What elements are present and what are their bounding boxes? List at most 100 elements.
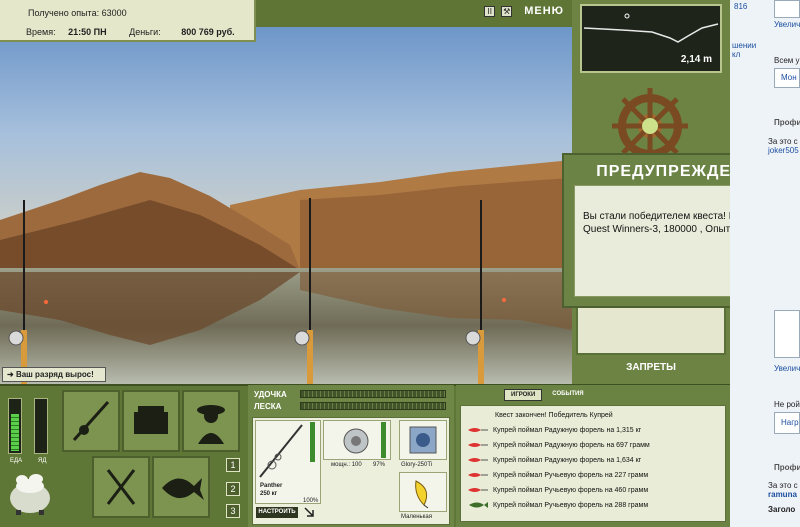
web-button[interactable]: Нагр (774, 412, 800, 434)
food-slot[interactable] (92, 456, 150, 518)
bobber (502, 298, 506, 302)
event-text: Квест закончен! Победитель Купрей (495, 412, 613, 419)
food-label: ЕДА (10, 458, 23, 464)
tackle-setup: Panther 250 кг 100% мощн.: 100 97% Glory… (252, 417, 450, 525)
web-text: За это с (768, 481, 798, 490)
lure-icon (468, 458, 488, 462)
tab-players[interactable]: ИГРОКИ (504, 389, 543, 401)
lake-landscape (0, 0, 572, 384)
experience-label: Получено опыта: (28, 8, 100, 18)
fork-knife-icon (106, 469, 136, 505)
depth-value: 2,14 m (680, 54, 712, 65)
web-text: Всем у (774, 56, 800, 65)
bans-button[interactable]: ЗАПРЕТЫ (572, 362, 730, 373)
reel-icon (343, 428, 369, 454)
line-tension-bar[interactable] (300, 402, 446, 410)
web-image (774, 310, 800, 358)
player-info-panel: Получено опыта: 63000 Время: 21:50 ПН Де… (0, 0, 256, 42)
time-value: 21:50 ПН (68, 27, 107, 37)
rod-slot[interactable] (62, 390, 120, 452)
line-label: ЛЕСКА (254, 402, 282, 411)
web-link[interactable]: ramuna (768, 490, 797, 499)
slot-number-1[interactable]: 1 (226, 458, 240, 472)
tackle-panel: УДОЧКА ЛЕСКА Panther 250 кг 100% мощн.: … (248, 385, 454, 527)
money-value: 800 769 руб. (181, 27, 235, 37)
line-cell[interactable] (399, 420, 447, 460)
slot-number-3[interactable]: 3 (226, 504, 240, 518)
web-text: Не рой (774, 400, 800, 409)
fisherman-icon (197, 405, 225, 444)
fisherman-slot[interactable] (182, 390, 240, 452)
list-item: Купрей поймал Ручьевую форель на 227 гра… (461, 468, 727, 483)
web-link[interactable]: Увеличи (774, 364, 800, 373)
background-webpage: 816 Увеличи шении кл Всем у Мон Профи За… (730, 0, 800, 527)
setup-button[interactable]: НАСТРОИТЬ (256, 507, 298, 518)
time-label: Время: (26, 27, 56, 37)
tackle-box-icon (134, 406, 168, 434)
events-panel: ИГРОКИ СОБЫТИЯ Квест закончен! Победител… (456, 385, 730, 527)
list-item: Квест закончен! Победитель Купрей (461, 408, 727, 423)
line-spool-icon (409, 426, 437, 454)
lure-cell[interactable] (399, 472, 447, 512)
web-text: Заголо (768, 505, 796, 514)
money-label: Деньги: (129, 27, 161, 37)
list-item: Купрей поймал Радужную форель на 1,634 к… (461, 453, 727, 468)
web-image (774, 0, 800, 18)
arrow-icon[interactable] (303, 506, 315, 518)
tackle-box-slot[interactable] (122, 390, 180, 452)
web-text: шении (732, 41, 757, 50)
rank-up-text: Ваш разряд вырос! (15, 370, 94, 379)
web-text: 816 (734, 2, 748, 11)
cauldron-icon[interactable] (6, 470, 54, 516)
rod-name: Panther (260, 483, 283, 489)
reel-condition-bar (381, 422, 386, 458)
fishing-scene[interactable] (0, 0, 572, 384)
web-link[interactable]: Увеличи (774, 20, 800, 29)
rank-up-notification[interactable]: ➜ Ваш разряд вырос! (2, 367, 106, 382)
reel-power: мощн.: 100 (331, 462, 362, 468)
event-text: Купрей поймал Ручьевую форель на 227 гра… (493, 472, 649, 479)
event-text: Купрей поймал Ручьевую форель на 460 гра… (493, 487, 649, 494)
depth-meter: 2,14 m (580, 4, 722, 73)
bobber (44, 300, 48, 304)
list-item: Купрей поймал Радужную форель на 697 гра… (461, 438, 727, 453)
fish-icon (162, 478, 204, 500)
rod-condition: 100% (303, 498, 319, 504)
fish-slot[interactable] (152, 456, 210, 518)
list-item: Купрей поймал Ручьевую форель на 288 гра… (461, 498, 727, 513)
slot-number-2[interactable]: 2 (226, 482, 240, 496)
wrench-icon[interactable]: ⚒ (501, 5, 513, 17)
experience-value: 63000 (101, 8, 127, 18)
tab-events[interactable]: СОБЫТИЯ (546, 389, 589, 401)
event-text: Купрей поймал Радужную форель на 1,315 к… (493, 427, 642, 434)
rod-condition-bar (310, 422, 315, 462)
fish-icon (469, 502, 488, 508)
lure-icon (468, 488, 488, 492)
lure-icon (415, 480, 429, 509)
lure-name: Маленькая (401, 514, 433, 520)
menu-button[interactable]: МЕНЮ (524, 5, 564, 17)
event-text: Купрей поймал Ручьевую форель на 288 гра… (493, 502, 649, 509)
food-bar-fill (11, 414, 19, 451)
pause-icon[interactable]: II (484, 5, 496, 17)
float-marker (624, 13, 630, 19)
web-link[interactable]: joker505 (768, 146, 799, 155)
event-text: Купрей поймал Радужную форель на 697 гра… (493, 442, 650, 449)
rod-tension-bar[interactable] (300, 390, 446, 398)
web-text: кл (732, 50, 741, 59)
web-text: За это с (768, 137, 798, 146)
top-toolbar: II ⚒ МЕНЮ (256, 0, 572, 27)
web-text: Профи (774, 463, 800, 472)
poison-bar (34, 398, 48, 454)
list-item: Купрей поймал Радужную форель на 1,315 к… (461, 423, 727, 438)
lure-icon (468, 443, 488, 447)
fishing-rod-icon (72, 400, 110, 442)
bans-panel (576, 300, 726, 355)
rod-capacity: 250 кг (260, 491, 278, 497)
rod-icon (259, 424, 303, 478)
web-text: Профи (774, 118, 800, 127)
web-button[interactable]: Мон (774, 68, 800, 88)
lure-icon (468, 473, 488, 477)
rod-label: УДОЧКА (254, 390, 287, 399)
lure-icon (468, 428, 488, 432)
